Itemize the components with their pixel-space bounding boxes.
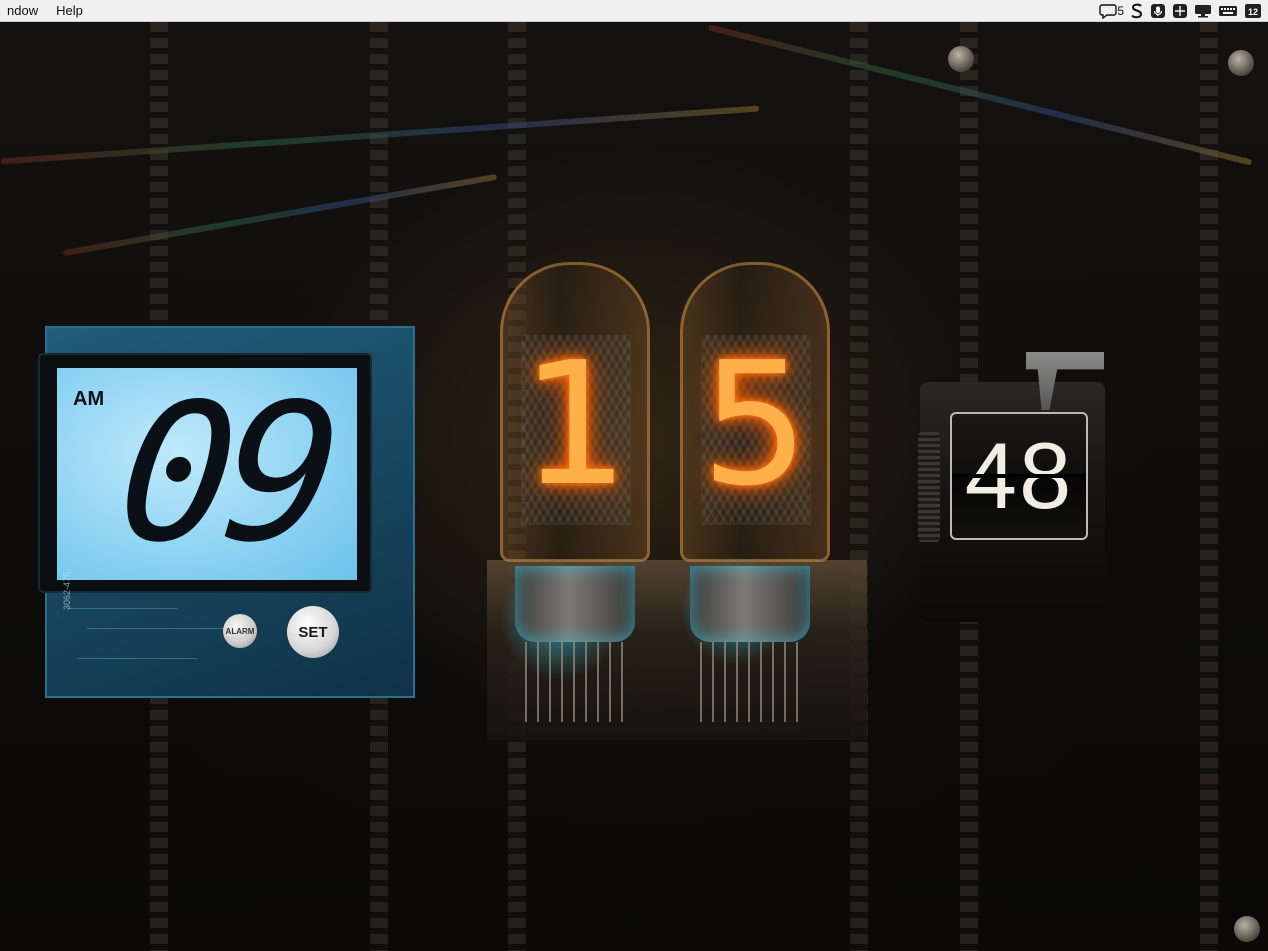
nixie-tube-tens: 1: [500, 262, 650, 562]
notification-count: 5: [1117, 3, 1124, 18]
cable: [707, 24, 1253, 166]
s-icon[interactable]: [1130, 3, 1144, 19]
hour-digits: 09: [109, 363, 342, 584]
alarm-button[interactable]: ALARM: [223, 614, 257, 648]
menu-window[interactable]: ndow: [0, 0, 47, 22]
notification-status[interactable]: 5: [1099, 3, 1124, 19]
microphone-icon[interactable]: [1150, 3, 1166, 19]
menu-help[interactable]: Help: [47, 0, 92, 22]
bolt: [1228, 50, 1254, 76]
minute-ones-digit: 5: [700, 326, 810, 524]
menu-left: ndow Help: [0, 0, 92, 22]
lcd-screen: AM 09: [57, 363, 357, 584]
rack-rail: [850, 22, 868, 951]
flip-clock-knob: [918, 432, 940, 542]
flip-card: 48: [950, 412, 1088, 540]
bolt: [1234, 916, 1260, 942]
chat-bubble-icon: [1099, 3, 1118, 19]
minute-tens-digit: 1: [520, 326, 630, 524]
bolt: [948, 46, 974, 72]
meridiem-label: AM: [73, 388, 105, 410]
cable: [62, 173, 498, 257]
keyboard-icon[interactable]: [1218, 3, 1238, 19]
menu-bar: ndow Help 5 12: [0, 0, 1268, 22]
calendar-icon[interactable]: 12: [1244, 3, 1262, 19]
tube-pins: [525, 642, 625, 722]
flip-card-split: [952, 474, 1086, 478]
tube-base: [690, 566, 810, 642]
tube-pins: [700, 642, 800, 722]
tube-base: [515, 566, 635, 642]
status-area: 5 12: [1099, 0, 1268, 22]
display-icon[interactable]: [1194, 3, 1212, 19]
nixie-tube-ones: 5: [680, 262, 830, 562]
date-badge: 12: [1248, 7, 1258, 17]
rack-rail: [1200, 22, 1218, 951]
grid-icon[interactable]: [1172, 3, 1188, 19]
set-button[interactable]: SET: [287, 606, 339, 658]
board-label: 3062-475: [62, 571, 72, 610]
